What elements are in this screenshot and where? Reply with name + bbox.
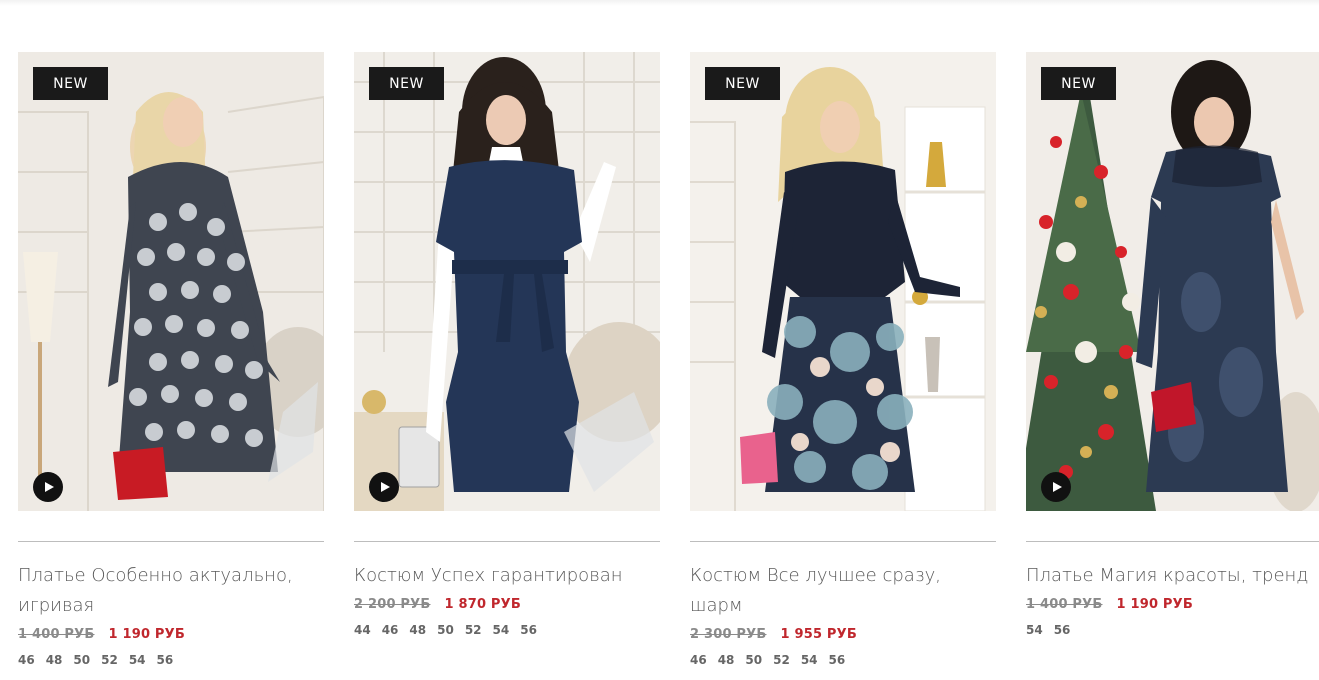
size-option[interactable]: 46	[690, 653, 707, 667]
product-card[interactable]: NEW Платье Особенно актуально, игривая 1…	[18, 52, 324, 680]
old-price: 2 200 РУБ	[354, 597, 431, 612]
product-image	[1026, 52, 1319, 511]
current-price: 1 190 РУБ	[1116, 597, 1193, 612]
play-video-button[interactable]	[1041, 472, 1071, 502]
size-option[interactable]: 50	[745, 653, 762, 667]
new-badge: NEW	[33, 67, 108, 100]
play-video-button[interactable]	[33, 472, 63, 502]
product-card[interactable]: NEW Платье Магия красоты, тренд 1 400 РУ…	[1026, 52, 1319, 680]
product-photo[interactable]: NEW	[354, 52, 660, 511]
size-option[interactable]: 50	[437, 623, 454, 637]
size-option[interactable]: 54	[493, 623, 510, 637]
size-option[interactable]: 54	[1026, 623, 1043, 637]
size-list: 46 48 50 52 54 56	[690, 653, 856, 667]
play-icon	[381, 482, 390, 492]
product-photo[interactable]: NEW	[1026, 52, 1319, 511]
new-badge: NEW	[1041, 67, 1116, 100]
size-option[interactable]: 56	[520, 623, 537, 637]
current-price: 1 955 РУБ	[780, 627, 857, 642]
old-price: 1 400 РУБ	[1026, 597, 1103, 612]
size-option[interactable]: 52	[101, 653, 118, 667]
old-price: 2 300 РУБ	[690, 627, 767, 642]
product-photo[interactable]: NEW	[690, 52, 996, 511]
size-option[interactable]: 54	[801, 653, 818, 667]
size-option[interactable]: 48	[46, 653, 63, 667]
size-option[interactable]: 54	[129, 653, 146, 667]
old-price: 1 400 РУБ	[18, 627, 95, 642]
current-price: 1 190 РУБ	[108, 627, 185, 642]
product-image	[354, 52, 660, 511]
size-option[interactable]: 56	[829, 653, 846, 667]
size-option[interactable]: 46	[18, 653, 35, 667]
size-option[interactable]: 52	[773, 653, 790, 667]
size-option[interactable]: 52	[465, 623, 482, 637]
product-title[interactable]: Платье Магия красоты, тренд	[1026, 561, 1319, 591]
play-icon	[45, 482, 54, 492]
size-option[interactable]: 48	[409, 623, 426, 637]
size-list: 54 56	[1026, 623, 1081, 637]
size-option[interactable]: 48	[718, 653, 735, 667]
current-price: 1 870 РУБ	[444, 597, 521, 612]
card-divider	[1026, 541, 1319, 542]
card-divider	[354, 541, 660, 542]
product-title[interactable]: Костюм Все лучшее сразу, шарм	[690, 561, 990, 621]
price-row: 2 200 РУБ 1 870 РУБ	[354, 597, 521, 612]
size-option[interactable]: 56	[157, 653, 174, 667]
header-shadow	[0, 0, 1319, 6]
size-option[interactable]: 44	[354, 623, 371, 637]
product-photo[interactable]: NEW	[18, 52, 324, 511]
product-title[interactable]: Костюм Успех гарантирован	[354, 561, 654, 591]
card-divider	[690, 541, 996, 542]
size-list: 44 46 48 50 52 54 56	[354, 623, 548, 637]
play-icon	[1053, 482, 1062, 492]
card-divider	[18, 541, 324, 542]
price-row: 1 400 РУБ 1 190 РУБ	[1026, 597, 1193, 612]
product-card[interactable]: NEW Костюм Успех гарантирован 2 200 РУБ …	[354, 52, 660, 680]
price-row: 2 300 РУБ 1 955 РУБ	[690, 627, 857, 642]
product-image	[18, 52, 324, 511]
price-row: 1 400 РУБ 1 190 РУБ	[18, 627, 185, 642]
new-badge: NEW	[369, 67, 444, 100]
size-option[interactable]: 56	[1054, 623, 1071, 637]
new-badge: NEW	[705, 67, 780, 100]
size-option[interactable]: 46	[382, 623, 399, 637]
size-option[interactable]: 50	[73, 653, 90, 667]
product-title[interactable]: Платье Особенно актуально, игривая	[18, 561, 318, 621]
product-image	[690, 52, 996, 511]
play-video-button[interactable]	[369, 472, 399, 502]
size-list: 46 48 50 52 54 56	[18, 653, 184, 667]
product-grid: NEW Платье Особенно актуально, игривая 1…	[18, 52, 1319, 680]
product-card[interactable]: NEW Костюм Все лучшее сразу, шарм 2 300 …	[690, 52, 996, 680]
